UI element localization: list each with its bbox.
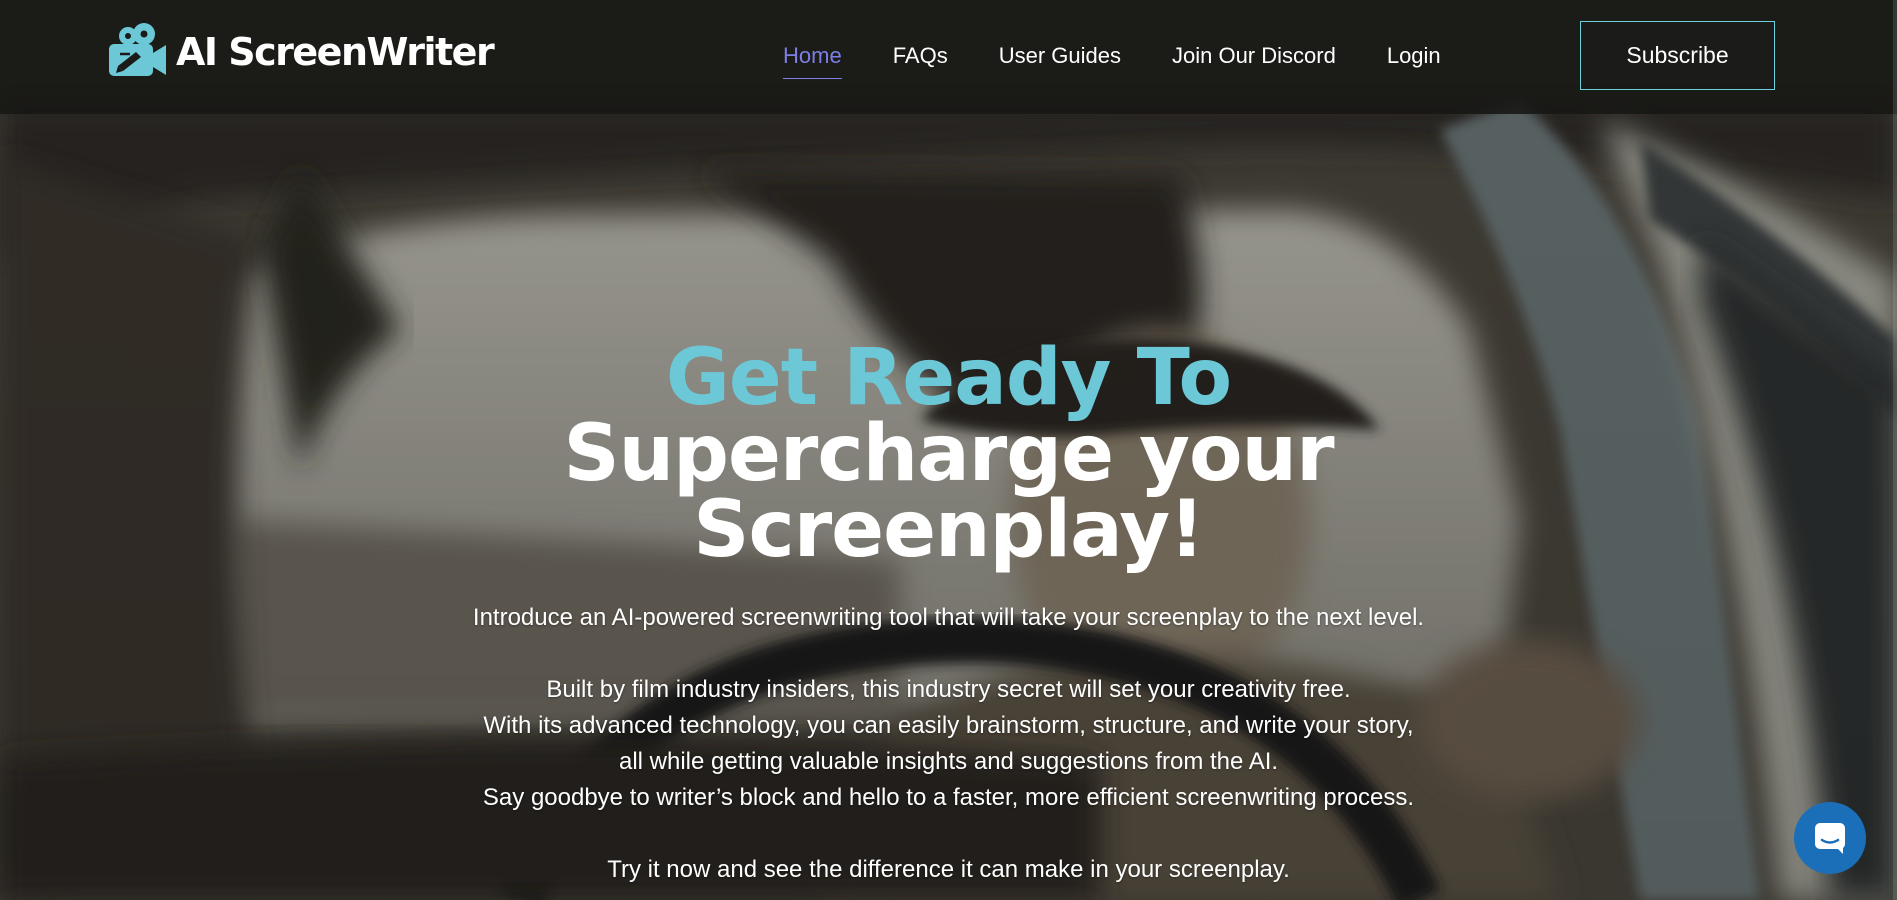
- hero-cta: Try it now and see the difference it can…: [0, 852, 1897, 888]
- brand-logo[interactable]: AI ScreenWriter: [106, 22, 495, 82]
- hero-body-line: With its advanced technology, you can ea…: [483, 712, 1414, 739]
- nav-item-join-discord[interactable]: Join Our Discord: [1172, 36, 1336, 76]
- hero-headline-line2: Supercharge your: [563, 409, 1334, 499]
- hero-headline: Get Ready To Supercharge your Screenplay…: [0, 333, 1897, 575]
- chat-bubble-icon: [1815, 823, 1845, 854]
- main-nav: Home FAQs User Guides Join Our Discord L…: [783, 36, 1492, 79]
- subscribe-button[interactable]: Subscribe: [1580, 21, 1775, 90]
- brand-name: AI ScreenWriter: [176, 30, 495, 74]
- page-scrollbar[interactable]: [1893, 0, 1897, 900]
- hero-headline-line3: Screenplay!: [693, 485, 1204, 575]
- hero-body-line: all while getting valuable insights and …: [618, 748, 1279, 775]
- hero-body: Built by film industry insiders, this in…: [0, 672, 1897, 816]
- hero-body-line: Say goodbye to writer’s block and hello …: [482, 784, 1415, 811]
- hero-intro: Introduce an AI-powered screenwriting to…: [0, 600, 1897, 636]
- hero-cta-text: Try it now and see the difference it can…: [607, 856, 1290, 883]
- site-header: AI ScreenWriter Home FAQs User Guides Jo…: [0, 0, 1897, 114]
- chat-launcher-button[interactable]: [1794, 802, 1866, 874]
- hero-headline-accent: Get Ready To: [665, 333, 1232, 423]
- hero-intro-text: Introduce an AI-powered screenwriting to…: [472, 604, 1425, 631]
- nav-item-faqs[interactable]: FAQs: [893, 36, 948, 76]
- nav-item-login[interactable]: Login: [1387, 36, 1441, 76]
- hero-body-line: Built by film industry insiders, this in…: [546, 676, 1351, 703]
- film-camera-icon: [109, 23, 166, 76]
- nav-item-user-guides[interactable]: User Guides: [999, 36, 1121, 76]
- nav-item-home[interactable]: Home: [783, 36, 842, 79]
